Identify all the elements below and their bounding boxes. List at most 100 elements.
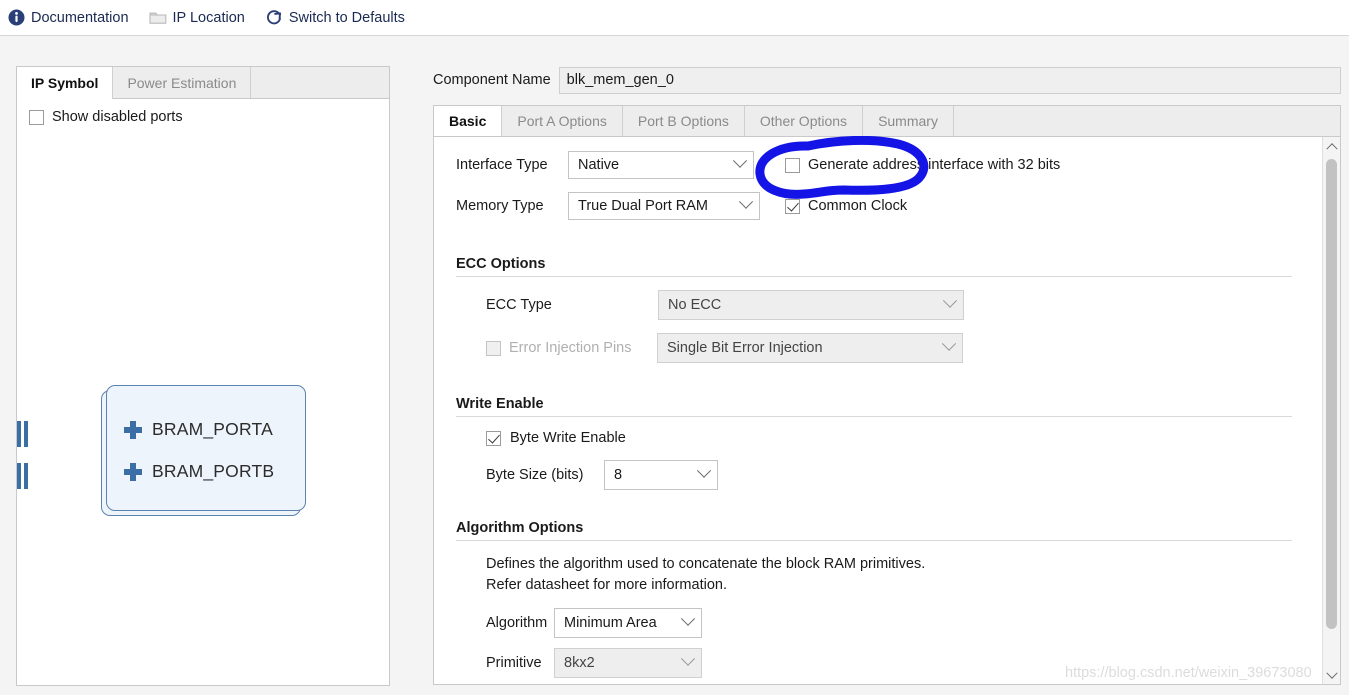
chevron-down-icon [1325, 667, 1338, 679]
tab-ip-symbol[interactable]: IP Symbol [17, 67, 114, 99]
left-tabstrip-filler [251, 67, 389, 98]
memory-type-label: Memory Type [456, 198, 544, 214]
ecc-options-group: ECC Options ECC Type No ECC Error Inject… [456, 256, 1292, 363]
basic-tab-form: Interface Type Native Generate address i… [434, 137, 1322, 684]
byte-write-enable-row: Byte Write Enable [486, 430, 1292, 446]
memory-type-row: Memory Type True Dual Port RAM Common Cl… [456, 192, 1322, 220]
algorithm-options-divider [456, 540, 1292, 541]
common-clock-checkbox[interactable] [785, 198, 800, 214]
interface-type-row: Interface Type Native Generate address i… [456, 151, 1322, 179]
algorithm-value: Minimum Area [564, 615, 657, 631]
byte-size-value: 8 [614, 467, 623, 483]
ip-customize-dialog: Documentation IP Location Switch to Defa… [0, 0, 1349, 695]
chevron-down-icon [680, 611, 696, 626]
config-tabstrip: Basic Port A Options Port B Options Othe… [434, 106, 1340, 137]
documentation-button[interactable]: Documentation [8, 9, 129, 26]
ip-symbol-panel: IP Symbol Power Estimation Show disabled… [16, 66, 390, 686]
port-label: BRAM_PORTA [152, 419, 273, 439]
error-injection-pins-checkbox[interactable] [486, 340, 501, 356]
generate-address-interface-label: Generate address interface with 32 bits [808, 157, 1061, 173]
chevron-down-icon [680, 651, 696, 666]
ecc-options-title: ECC Options [456, 256, 546, 272]
tab-port-a-options[interactable]: Port A Options [502, 106, 623, 136]
component-name-value: blk_mem_gen_0 [566, 72, 674, 88]
algorithm-description-line1: Defines the algorithm used to concatenat… [486, 556, 926, 572]
primitive-select[interactable]: 8kx2 [554, 648, 702, 678]
byte-size-select[interactable]: 8 [604, 460, 718, 490]
error-injection-type-select[interactable]: Single Bit Error Injection [657, 333, 963, 363]
expand-plus-icon[interactable] [124, 462, 142, 481]
bus-stub-porta [17, 421, 31, 447]
chevron-down-icon [942, 293, 958, 308]
write-enable-title: Write Enable [456, 396, 544, 412]
chevron-down-icon [732, 153, 748, 168]
chevron-down-icon [696, 463, 712, 478]
ecc-options-divider [456, 276, 1292, 277]
ip-symbol-block [106, 385, 306, 511]
algorithm-description: Defines the algorithm used to concatenat… [486, 554, 1292, 596]
config-vertical-scrollbar[interactable] [1322, 137, 1340, 684]
primitive-label: Primitive [486, 655, 542, 671]
scrollbar-thumb[interactable] [1326, 159, 1337, 629]
write-enable-divider [456, 416, 1292, 417]
algorithm-options-group: Algorithm Options Defines the algorithm … [456, 520, 1292, 678]
interface-type-label: Interface Type [456, 157, 548, 173]
write-enable-group: Write Enable Byte Write Enable Byte Size… [456, 396, 1292, 490]
tab-other-options[interactable]: Other Options [745, 106, 864, 136]
tab-port-b-options[interactable]: Port B Options [623, 106, 745, 136]
interface-type-select[interactable]: Native [568, 151, 754, 179]
memory-type-select[interactable]: True Dual Port RAM [568, 192, 760, 220]
switch-to-defaults-button[interactable]: Switch to Defaults [265, 9, 405, 26]
algorithm-options-title: Algorithm Options [456, 520, 584, 536]
byte-write-enable-label: Byte Write Enable [510, 430, 626, 446]
folder-icon [148, 10, 167, 25]
bus-stub-portb [17, 463, 31, 489]
tab-basic-label: Basic [449, 113, 487, 129]
tab-power-estimation[interactable]: Power Estimation [113, 67, 252, 98]
interface-type-value: Native [578, 157, 620, 173]
config-tabstrip-filler [954, 106, 1340, 136]
byte-size-label: Byte Size (bits) [486, 467, 584, 483]
port-label: BRAM_PORTB [152, 461, 275, 481]
top-toolbar: Documentation IP Location Switch to Defa… [0, 0, 1349, 36]
primitive-value: 8kx2 [564, 655, 595, 671]
ip-symbol-port-bram-porta[interactable]: BRAM_PORTA [124, 419, 273, 440]
error-injection-type-value: Single Bit Error Injection [667, 340, 823, 356]
tab-basic[interactable]: Basic [434, 106, 503, 136]
tab-summary[interactable]: Summary [863, 106, 954, 136]
ip-location-button[interactable]: IP Location [148, 9, 245, 26]
algorithm-select[interactable]: Minimum Area [554, 608, 702, 638]
byte-size-row: Byte Size (bits) 8 [486, 460, 1292, 490]
common-clock-label: Common Clock [808, 198, 908, 214]
ip-symbol-port-bram-portb[interactable]: BRAM_PORTB [124, 461, 274, 482]
ecc-type-label: ECC Type [486, 297, 552, 313]
tab-power-estimation-label: Power Estimation [127, 74, 237, 91]
switch-to-defaults-label: Switch to Defaults [288, 9, 405, 26]
algorithm-row: Algorithm Minimum Area [486, 608, 1292, 638]
ip-symbol-canvas: BRAM_PORTA BRAM_PORTB [17, 103, 389, 685]
tab-summary-label: Summary [878, 113, 938, 129]
tab-other-options-label: Other Options [759, 113, 848, 129]
generate-address-interface-checkbox[interactable] [785, 157, 800, 173]
byte-write-enable-checkbox[interactable] [486, 430, 501, 446]
chevron-down-icon [738, 194, 754, 209]
expand-plus-icon[interactable] [124, 420, 142, 439]
watermark-text: https://blog.csdn.net/weixin_39673080 [1065, 665, 1312, 681]
config-tab-container: Basic Port A Options Port B Options Othe… [433, 105, 1341, 685]
chevron-down-icon [941, 336, 957, 351]
ecc-type-select[interactable]: No ECC [658, 290, 964, 320]
ecc-type-row: ECC Type No ECC [486, 290, 1292, 320]
ecc-type-value: No ECC [668, 297, 722, 313]
scroll-up-button[interactable] [1323, 137, 1340, 154]
component-name-label: Component Name [433, 72, 551, 88]
component-name-input[interactable]: blk_mem_gen_0 [558, 66, 1341, 94]
scroll-down-button[interactable] [1323, 667, 1340, 684]
algorithm-description-line2: Refer datasheet for more information. [486, 577, 727, 593]
documentation-label: Documentation [31, 9, 129, 26]
tab-port-b-options-label: Port B Options [637, 113, 729, 129]
ip-location-label: IP Location [172, 9, 245, 26]
component-name-row: Component Name blk_mem_gen_0 [433, 66, 1341, 94]
left-panel-tabstrip: IP Symbol Power Estimation [17, 67, 389, 99]
tab-port-a-options-label: Port A Options [517, 113, 607, 129]
error-injection-pins-label: Error Injection Pins [509, 340, 632, 356]
